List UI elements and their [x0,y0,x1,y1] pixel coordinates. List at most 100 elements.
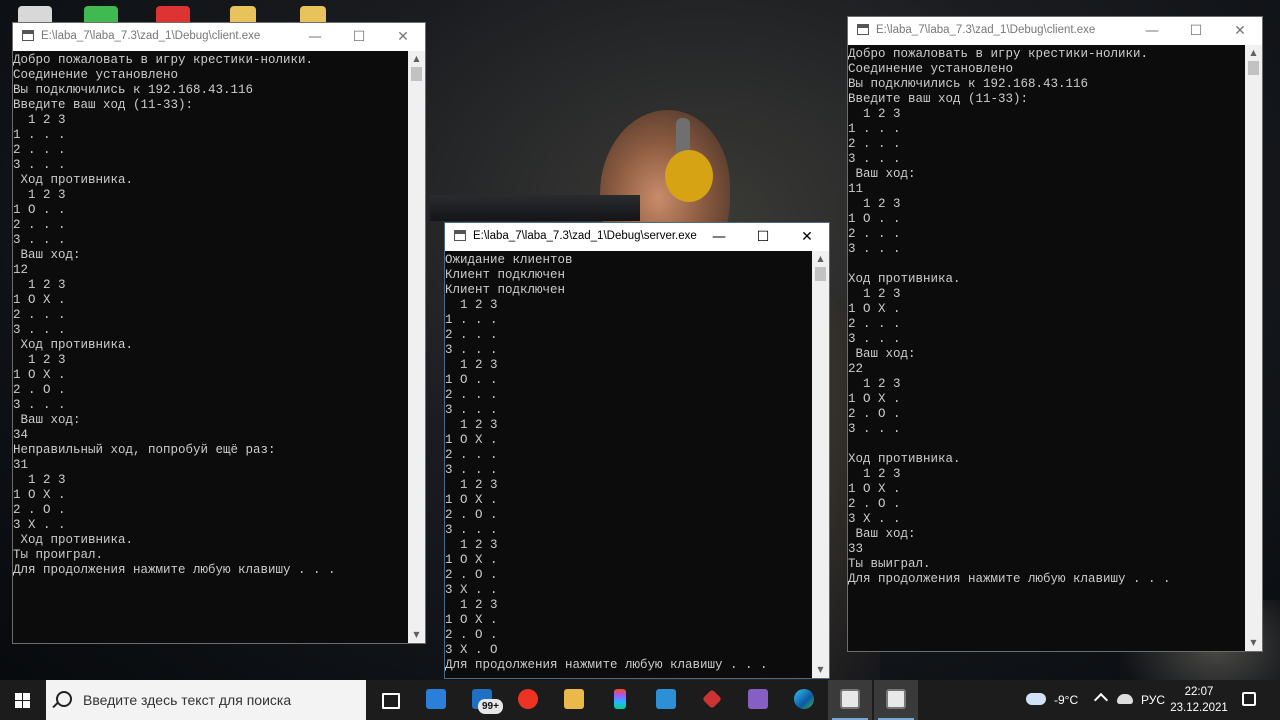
task-view-icon[interactable] [368,680,412,720]
console-line: 1 O X . [848,392,901,406]
search-icon [56,691,72,707]
console-line: 2 . . . [13,218,66,232]
console-line: 2 . . . [445,448,498,462]
scroll-up-icon[interactable]: ▲ [1245,45,1262,61]
console-line: 1 2 3 [445,538,498,552]
console-line: Добро пожаловать в игру крестики-нолики. [848,47,1149,61]
file-explorer-icon[interactable] [552,680,596,720]
console-line: Добро пожаловать в игру крестики-нолики. [13,53,314,67]
console-output[interactable]: Добро пожаловать в игру крестики-нолики.… [848,45,1245,651]
scroll-thumb[interactable] [411,67,422,81]
scroll-down-icon[interactable]: ▼ [1245,635,1262,651]
console-line: 1 2 3 [445,358,498,372]
maximize-button[interactable]: ☐ [1174,17,1218,45]
console-line: 1 2 3 [13,353,66,367]
console-line: 3 . . . [445,463,498,477]
console-line: 3 X . . [13,518,66,532]
console-line: 22 [848,362,864,376]
console-line: 1 2 3 [445,298,498,312]
visual-studio-icon[interactable] [736,680,780,720]
figma-icon[interactable] [598,680,642,720]
console-line: 1 2 3 [445,418,498,432]
console-line: 1 O X . [13,293,66,307]
compass-app-icon[interactable] [690,680,734,720]
console-line: 33 [848,542,864,556]
console-output[interactable]: Ожидание клиентов Клиент подключен Клиент … [445,251,812,678]
console-line: 2 . . . [848,227,901,241]
wallpaper-headband [676,118,690,158]
yandex-browser-icon[interactable] [506,680,550,720]
window-title: E:\laba_7\laba_7.3\zad_1\Debug\client.ex… [41,30,261,42]
console-line: Ваш ход: [848,167,916,181]
console-line: 2 . . . [13,308,66,322]
console-line: 2 . O . [13,503,66,517]
close-button[interactable]: ✕ [1218,17,1262,45]
notifications-icon[interactable] [1242,692,1256,706]
console-line: 1 . . . [848,122,901,136]
scroll-thumb[interactable] [1248,61,1259,75]
console-output[interactable]: Добро пожаловать в игру крестики-нолики.… [13,51,408,643]
wallpaper-rifle [430,195,640,221]
scroll-thumb[interactable] [815,267,826,281]
console-line: 1 O X . [445,433,498,447]
vertical-scrollbar[interactable]: ▲ ▼ [812,251,829,678]
close-button[interactable]: ✕ [381,23,425,51]
console-window-icon[interactable] [828,680,872,720]
console-line: Ход противника. [848,452,961,466]
console-line: 31 [13,458,29,472]
edge-icon[interactable] [782,680,826,720]
minimize-button[interactable]: — [1130,17,1174,45]
minimize-button[interactable]: — [697,223,741,251]
maximize-button[interactable]: ☐ [741,223,785,251]
clock-time: 22:07 [1184,686,1214,698]
vertical-scrollbar[interactable]: ▲ ▼ [1245,45,1262,651]
scroll-down-icon[interactable]: ▼ [812,662,829,678]
title-bar[interactable]: E:\laba_7\laba_7.3\zad_1\Debug\client.ex… [848,17,1262,45]
blue-app-icon[interactable] [644,680,688,720]
clock[interactable]: 22:07 23.12.2021 [1168,684,1230,716]
console-line: 1 2 3 [445,598,498,612]
console-line: 1 . . . [445,313,498,327]
language-indicator[interactable]: РУС [1141,693,1165,707]
console-line: 3 . . . [13,233,66,247]
console-line: Ваш ход: [13,413,81,427]
scroll-down-icon[interactable]: ▼ [408,627,425,643]
console-line: 3 . . . [848,332,901,346]
title-bar[interactable]: E:\laba_7\laba_7.3\zad_1\Debug\server.ex… [445,223,829,251]
console-line: 1 O X . [13,488,66,502]
scroll-up-icon[interactable]: ▲ [812,251,829,267]
console-line: 1 O . . [445,373,498,387]
cloud-icon[interactable] [1026,693,1046,705]
server-window[interactable]: E:\laba_7\laba_7.3\zad_1\Debug\server.ex… [444,222,830,679]
console-line: 2 . . . [848,317,901,331]
minimize-button[interactable]: — [293,23,337,51]
chevron-up-icon[interactable] [1093,692,1109,708]
network-icon[interactable] [1117,694,1133,704]
console-line: 2 . O . [445,628,498,642]
client-window-right[interactable]: E:\laba_7\laba_7.3\zad_1\Debug\client.ex… [847,16,1263,652]
store-icon[interactable] [414,680,458,720]
console-app-icon [22,30,34,41]
console-line: Неправильный ход, попробуй ещё раз: [13,443,276,457]
weather-temperature[interactable]: -9°C [1054,693,1078,707]
vertical-scrollbar[interactable]: ▲ ▼ [408,51,425,643]
close-button[interactable]: ✕ [785,223,829,251]
console-line: 3 . . . [13,158,66,172]
maximize-button[interactable]: ☐ [337,23,381,51]
console-window-icon[interactable] [874,680,918,720]
console-line: 3 . . . [848,242,901,256]
window-title: E:\laba_7\laba_7.3\zad_1\Debug\server.ex… [473,230,697,242]
console-line: 3 . . . [445,403,498,417]
console-line: Соединение установлено [848,62,1014,76]
console-line: 3 X . . [848,512,901,526]
windows-start-icon[interactable] [0,680,46,720]
console-line: 2 . . . [445,388,498,402]
console-line: Ход противника. [13,173,134,187]
console-line: Ожидание клиентов [445,253,573,267]
title-bar[interactable]: E:\laba_7\laba_7.3\zad_1\Debug\client.ex… [13,23,425,51]
console-line: Ход противника. [848,272,961,286]
console-line: Клиент подключен [445,283,566,297]
client-window-left[interactable]: E:\laba_7\laba_7.3\zad_1\Debug\client.ex… [12,22,426,644]
scroll-up-icon[interactable]: ▲ [408,51,425,67]
search-box[interactable]: Введите здесь текст для поиска [46,680,366,720]
